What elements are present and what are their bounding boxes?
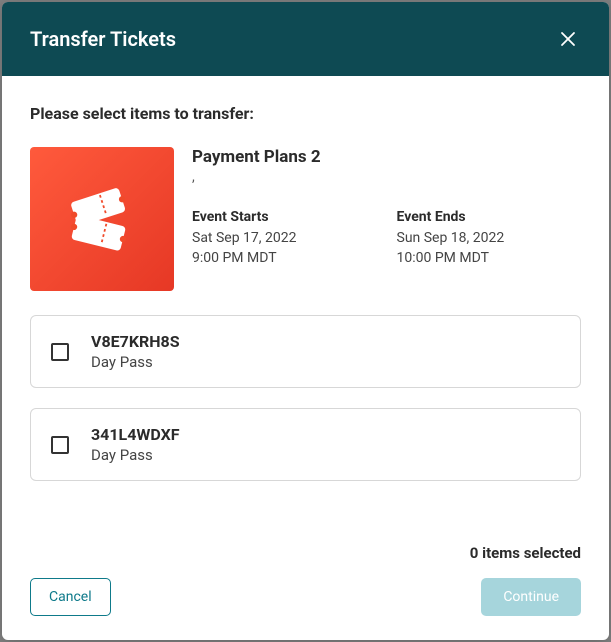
ticket-code: V8E7KRH8S <box>91 332 180 351</box>
ticket-item[interactable]: V8E7KRH8S Day Pass <box>30 315 581 388</box>
close-button[interactable] <box>555 26 581 52</box>
event-end-date: Sun Sep 18, 2022 <box>397 229 505 249</box>
event-start-date: Sat Sep 17, 2022 <box>192 229 297 249</box>
ticket-checkbox[interactable] <box>51 343 69 361</box>
event-info: Payment Plans 2 , Event Starts Sat Sep 1… <box>30 147 581 291</box>
ticket-checkbox[interactable] <box>51 436 69 454</box>
close-icon <box>559 30 577 48</box>
event-end-time: 10:00 PM MDT <box>397 249 505 269</box>
event-end-block: Event Ends Sun Sep 18, 2022 10:00 PM MDT <box>397 209 505 268</box>
ticket-item[interactable]: 341L4WDXF Day Pass <box>30 408 581 481</box>
ticket-code: 341L4WDXF <box>91 425 180 444</box>
modal-header: Transfer Tickets <box>2 2 609 76</box>
modal-footer: 0 items selected Cancel Continue <box>2 532 609 640</box>
selected-count: 0 items selected <box>470 544 581 562</box>
continue-button[interactable]: Continue <box>481 578 581 616</box>
event-end-label: Event Ends <box>397 209 505 225</box>
ticket-list: V8E7KRH8S Day Pass 341L4WDXF Day Pass <box>30 315 581 481</box>
event-start-label: Event Starts <box>192 209 297 225</box>
ticket-content: 341L4WDXF Day Pass <box>91 425 180 464</box>
ticket-content: V8E7KRH8S Day Pass <box>91 332 180 371</box>
ticket-type: Day Pass <box>91 446 180 464</box>
event-name: Payment Plans 2 <box>192 147 581 167</box>
event-times: Event Starts Sat Sep 17, 2022 9:00 PM MD… <box>192 209 581 268</box>
ticket-icon <box>57 174 147 264</box>
instruction-text: Please select items to transfer: <box>30 104 581 123</box>
event-start-block: Event Starts Sat Sep 17, 2022 9:00 PM MD… <box>192 209 297 268</box>
cancel-button[interactable]: Cancel <box>30 578 111 616</box>
footer-buttons: Cancel Continue <box>30 578 581 616</box>
event-details: Payment Plans 2 , Event Starts Sat Sep 1… <box>192 147 581 291</box>
transfer-tickets-modal: Transfer Tickets Please select items to … <box>2 2 609 640</box>
ticket-type: Day Pass <box>91 353 180 371</box>
modal-body: Please select items to transfer: <box>2 76 609 532</box>
event-start-time: 9:00 PM MDT <box>192 249 297 269</box>
event-thumbnail <box>30 147 174 291</box>
modal-title: Transfer Tickets <box>30 27 176 51</box>
event-subinfo: , <box>192 169 581 185</box>
